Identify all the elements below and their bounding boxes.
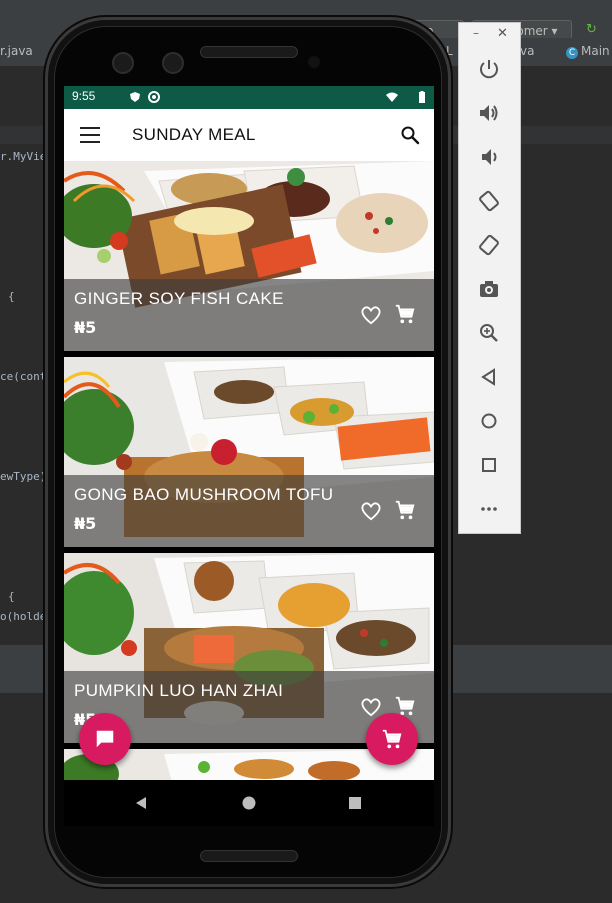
more-icon [481,507,497,511]
code-fragment: ce(cont [0,370,47,383]
code-fragment: ewType) [0,470,47,483]
code-fragment: r.MyVie [0,150,47,163]
volume-up-button[interactable] [477,101,501,125]
meal-name: PUMPKIN LUO HAN ZHAI [74,681,284,700]
hamburger-menu-icon[interactable] [80,127,100,143]
volume-up-icon [480,105,498,121]
more-button[interactable] [477,497,501,521]
minimize-icon[interactable]: – [473,26,479,40]
meal-card[interactable]: GINGER SOY FISH CAKE ₦5 [64,161,434,351]
bottom-speaker [200,850,298,862]
chat-bubble-icon [96,730,114,748]
ide-title-strip [0,0,612,8]
favorite-heart-icon[interactable] [360,305,382,325]
front-camera-icon [112,52,134,74]
volume-down-button[interactable] [477,145,501,169]
rotate-left-icon [479,190,499,212]
code-fragment: { [8,590,15,603]
app-title: SUNDAY MEAL [132,125,256,144]
screenshot-button[interactable] [477,277,501,301]
back-button[interactable] [477,365,501,389]
ide-tab-2[interactable]: L [446,44,453,58]
cart-fab[interactable] [366,713,418,765]
rotate-right-button[interactable] [477,233,501,257]
code-fragment: { [8,290,15,303]
ide-tab-1[interactable]: r.java [0,44,33,58]
zoom-button[interactable] [477,321,501,345]
nav-home-icon[interactable] [242,796,256,810]
add-to-cart-icon[interactable] [394,303,416,325]
meal-price: ₦5 [74,318,97,337]
favorite-heart-icon[interactable] [360,697,382,717]
ide-tab-3[interactable]: va [520,44,534,58]
top-speaker [200,46,298,58]
wifi-icon [386,92,398,102]
meal-name: GONG BAO MUSHROOM TOFU [74,485,334,504]
power-icon [480,60,498,79]
meal-list[interactable]: GINGER SOY FISH CAKE ₦5 GONG BAO MUSHROO… [64,161,434,795]
overview-button[interactable] [477,453,501,477]
ide-tab-main[interactable]: C Main [566,44,610,59]
rotate-right-icon [479,234,499,256]
rerun-icon[interactable]: ↻ [586,22,597,37]
front-sensor-icon [162,52,184,74]
shield-icon [130,92,140,102]
system-nav-bar [64,780,434,826]
app-bar: SUNDAY MEAL [64,109,434,161]
rotate-left-button[interactable] [477,189,501,213]
zoom-icon [480,324,498,342]
home-button[interactable] [477,409,501,433]
status-bar: 9:55 [64,86,434,109]
favorite-heart-icon[interactable] [360,501,382,521]
meal-price: ₦5 [74,514,97,533]
power-button[interactable] [477,57,501,81]
meal-card[interactable]: PUMPKIN LUO HAN ZHAI ₦5 [64,553,434,743]
nav-overview-icon[interactable] [348,796,362,810]
emulator-panel-header: – ✕ [459,23,520,45]
overview-icon [482,458,496,472]
chat-fab[interactable] [79,713,131,765]
proximity-sensor [308,56,320,68]
meal-card[interactable]: GONG BAO MUSHROOM TOFU ₦5 [64,357,434,547]
code-fragment: o(holde [0,610,47,623]
status-time: 9:55 [72,89,96,103]
meal-name: GINGER SOY FISH CAKE [74,289,284,308]
nav-back-icon[interactable] [134,796,148,810]
volume-down-icon [482,149,497,165]
phone-screen: 9:55 SUNDAY MEAL GINGER SOY FISH CAKE ₦5… [64,86,434,826]
camera-icon [480,281,498,297]
emulator-controls-panel: – ✕ [458,22,521,534]
search-icon[interactable] [400,125,420,145]
home-icon [481,413,497,429]
close-icon[interactable]: ✕ [497,26,508,41]
sync-icon [148,91,160,103]
battery-icon [419,91,425,103]
shopping-cart-icon [382,729,402,749]
ide-tab-main-label: Main [581,44,610,58]
add-to-cart-icon[interactable] [394,499,416,521]
back-icon [481,368,495,386]
